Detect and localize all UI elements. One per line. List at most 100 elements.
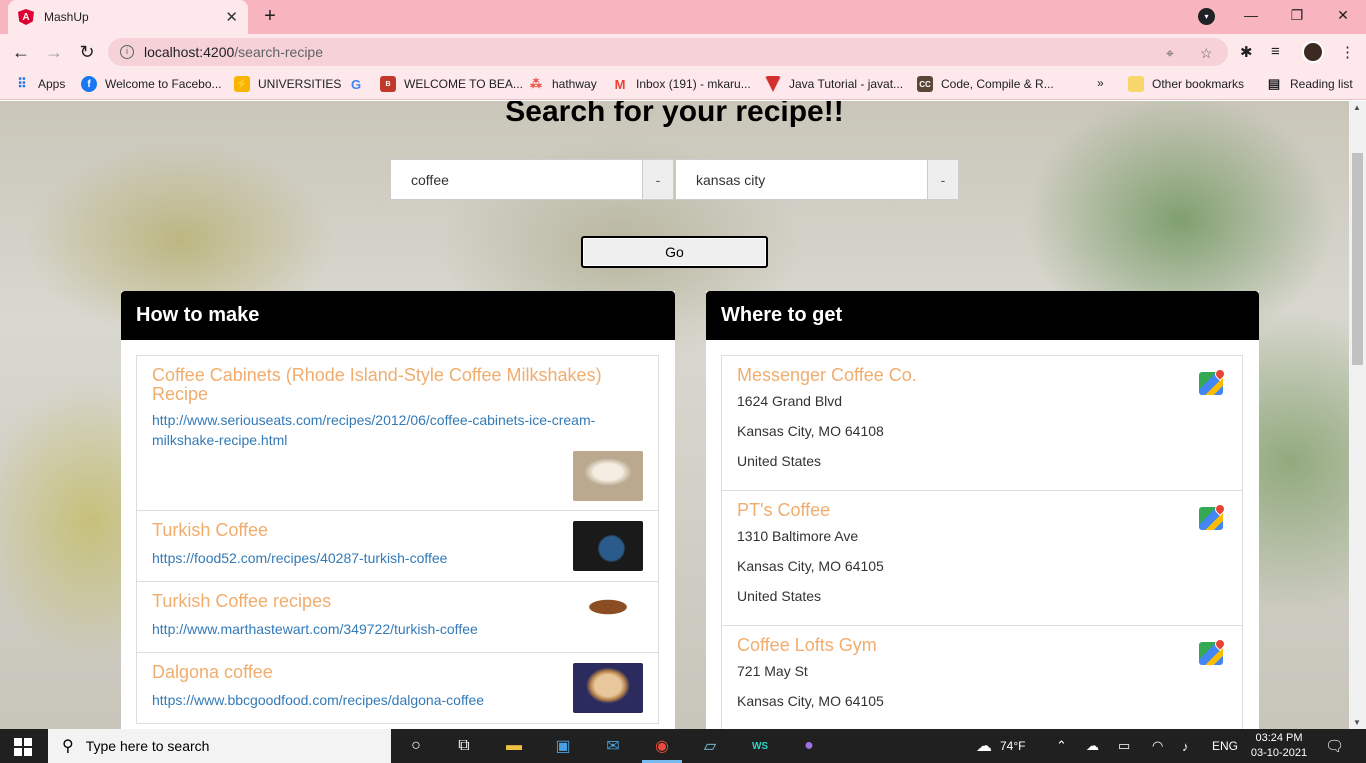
google-icon: G: [350, 76, 362, 92]
location-search-addon: -: [928, 159, 959, 200]
recipes-list: Coffee Cabinets (Rhode Island-Style Coff…: [136, 355, 659, 724]
javatpoint-icon: [765, 76, 781, 92]
file-explorer-icon[interactable]: ▬: [502, 734, 526, 758]
new-tab-button[interactable]: +: [258, 4, 282, 28]
recipe-link[interactable]: https://www.bbcgoodfood.com/recipes/dalg…: [152, 690, 643, 710]
scroll-up-icon[interactable]: ▲: [1353, 103, 1361, 112]
profile-avatar[interactable]: [1302, 41, 1324, 63]
recipe-link[interactable]: https://food52.com/recipes/40287-turkish…: [152, 548, 643, 568]
notepad-icon[interactable]: ▱: [698, 734, 722, 758]
battery-icon[interactable]: ▭: [1118, 729, 1130, 763]
location-search-group: kansas city -: [675, 159, 959, 200]
place-street: 721 May St: [737, 663, 808, 679]
recipe-search-addon: -: [643, 159, 674, 200]
places-panel-header: Where to get: [706, 291, 1259, 340]
bookmark-codechef[interactable]: CC Code, Compile & R...: [917, 76, 1054, 92]
recipe-title[interactable]: Coffee Cabinets (Rhode Island-Style Coff…: [152, 366, 643, 404]
reload-icon[interactable]: ↻: [75, 40, 99, 64]
windows-start-icon[interactable]: [14, 738, 32, 756]
bea-icon: B: [380, 76, 396, 92]
windows-taskbar: ⚲ Type here to search ○ ⧉ ▬ ▣ ✉ ◉ ▱ WS ●…: [0, 729, 1366, 763]
place-name[interactable]: Messenger Coffee Co.: [737, 366, 1227, 385]
notifications-icon[interactable]: 🗨: [1325, 729, 1344, 763]
bookmark-label: Apps: [38, 77, 66, 91]
scrollbar-thumb[interactable]: [1352, 153, 1363, 365]
location-pin-icon[interactable]: ⌖: [1166, 45, 1174, 62]
browser-window: A MashUp ✕ + ▾ — ❐ ✕ ← → ↻ i localhost:4…: [0, 0, 1366, 729]
back-icon[interactable]: ←: [9, 40, 33, 64]
close-window-icon[interactable]: ✕: [1320, 0, 1366, 30]
place-name[interactable]: PT's Coffee: [737, 501, 1227, 520]
cortana-icon[interactable]: ○: [404, 734, 428, 758]
recipe-search-input[interactable]: coffee: [390, 159, 643, 200]
microsoft-store-icon[interactable]: ▣: [551, 734, 575, 758]
weather-widget[interactable]: ☁ 74°F: [976, 729, 1025, 763]
more-bookmarks-button[interactable]: »: [1097, 76, 1104, 90]
bookmark-label: UNIVERSITIES: [258, 77, 342, 91]
address-bar[interactable]: i localhost:4200/search-recipe ⌖ ☆: [108, 38, 1228, 66]
bookmark-gmail[interactable]: M Inbox (191) - mkaru...: [612, 76, 751, 92]
more-bookmarks-label: »: [1097, 76, 1104, 90]
angular-icon: A: [18, 9, 34, 25]
recipe-title[interactable]: Dalgona coffee: [152, 663, 643, 682]
input-language[interactable]: ENG: [1212, 729, 1238, 763]
scroll-down-icon[interactable]: ▼: [1353, 718, 1361, 727]
cloud-sync-icon[interactable]: ☁: [1086, 729, 1099, 763]
volume-icon[interactable]: ♪: [1182, 729, 1189, 763]
bookmark-google[interactable]: G: [348, 76, 372, 92]
recipe-thumbnail[interactable]: [573, 451, 643, 501]
google-maps-icon[interactable]: [1199, 636, 1228, 665]
bookmark-javatpoint[interactable]: Java Tutorial - javat...: [765, 76, 903, 92]
webstorm-icon[interactable]: WS: [748, 734, 772, 758]
task-view-icon[interactable]: ⧉: [452, 734, 476, 758]
reading-list-button[interactable]: ▤ Reading list: [1266, 76, 1353, 92]
google-maps-icon[interactable]: [1199, 366, 1228, 395]
close-tab-icon[interactable]: ✕: [225, 8, 238, 26]
mail-icon[interactable]: ✉: [601, 734, 625, 758]
bookmark-bea[interactable]: B WELCOME TO BEA...: [380, 76, 523, 92]
wifi-icon[interactable]: ◠: [1152, 729, 1163, 763]
reading-list-label: Reading list: [1290, 77, 1353, 91]
taskbar-search-box[interactable]: ⚲ Type here to search: [48, 729, 391, 763]
other-bookmarks-folder[interactable]: Other bookmarks: [1128, 76, 1244, 92]
go-button[interactable]: Go: [581, 236, 768, 268]
recipe-title[interactable]: Turkish Coffee recipes: [152, 592, 643, 611]
place-city: Kansas City, MO 64105: [737, 693, 884, 709]
bookmark-star-icon[interactable]: ☆: [1200, 45, 1213, 62]
media-control-icon[interactable]: ≡: [1271, 43, 1280, 60]
bookmark-facebook[interactable]: f Welcome to Facebo...: [81, 76, 222, 92]
place-item: Messenger Coffee Co. 1624 Grand Blvd Kan…: [721, 355, 1243, 491]
search-icon: ⚲: [62, 738, 74, 755]
recipe-link[interactable]: http://www.seriouseats.com/recipes/2012/…: [152, 410, 643, 450]
recipe-title[interactable]: Turkish Coffee: [152, 521, 643, 540]
taskbar-search-placeholder: Type here to search: [85, 738, 210, 754]
location-search-input[interactable]: kansas city: [675, 159, 928, 200]
system-clock[interactable]: 03:24 PM 03-10-2021: [1248, 731, 1310, 761]
bookmark-label: Java Tutorial - javat...: [789, 77, 904, 91]
place-name[interactable]: Coffee Lofts Gym: [737, 636, 1227, 655]
tab-mashup[interactable]: A MashUp ✕: [8, 0, 248, 34]
bookmark-hathway[interactable]: ⁂ hathway: [528, 76, 597, 92]
menu-kebab-icon[interactable]: ⋮: [1340, 43, 1355, 61]
forward-icon[interactable]: →: [42, 40, 66, 64]
tab-search-icon[interactable]: ▾: [1198, 8, 1215, 25]
minimize-icon[interactable]: —: [1228, 0, 1274, 30]
chrome-icon[interactable]: ◉: [650, 734, 674, 758]
show-hidden-icons[interactable]: ⌃: [1056, 729, 1067, 763]
recipe-thumbnail[interactable]: [573, 663, 643, 713]
weather-cloud-icon: ☁: [976, 738, 992, 755]
restore-icon[interactable]: ❐: [1274, 0, 1320, 30]
bookmark-universities[interactable]: ⚡ UNIVERSITIES: [234, 76, 341, 92]
recipe-link[interactable]: http://www.marthastewart.com/349722/turk…: [152, 619, 643, 639]
extensions-icon[interactable]: ✱: [1240, 43, 1253, 61]
page-scrollbar[interactable]: ▲ ▼: [1349, 101, 1366, 729]
bookmark-apps[interactable]: ⠿ Apps: [14, 76, 65, 92]
site-info-icon[interactable]: i: [120, 45, 134, 59]
github-desktop-icon[interactable]: ●: [797, 734, 821, 758]
bookmark-label: hathway: [552, 77, 597, 91]
place-country: United States: [737, 453, 822, 469]
gmail-icon: M: [614, 76, 626, 92]
google-maps-icon[interactable]: [1199, 501, 1228, 530]
recipe-thumbnail[interactable]: [573, 592, 643, 642]
recipe-thumbnail[interactable]: [573, 521, 643, 571]
